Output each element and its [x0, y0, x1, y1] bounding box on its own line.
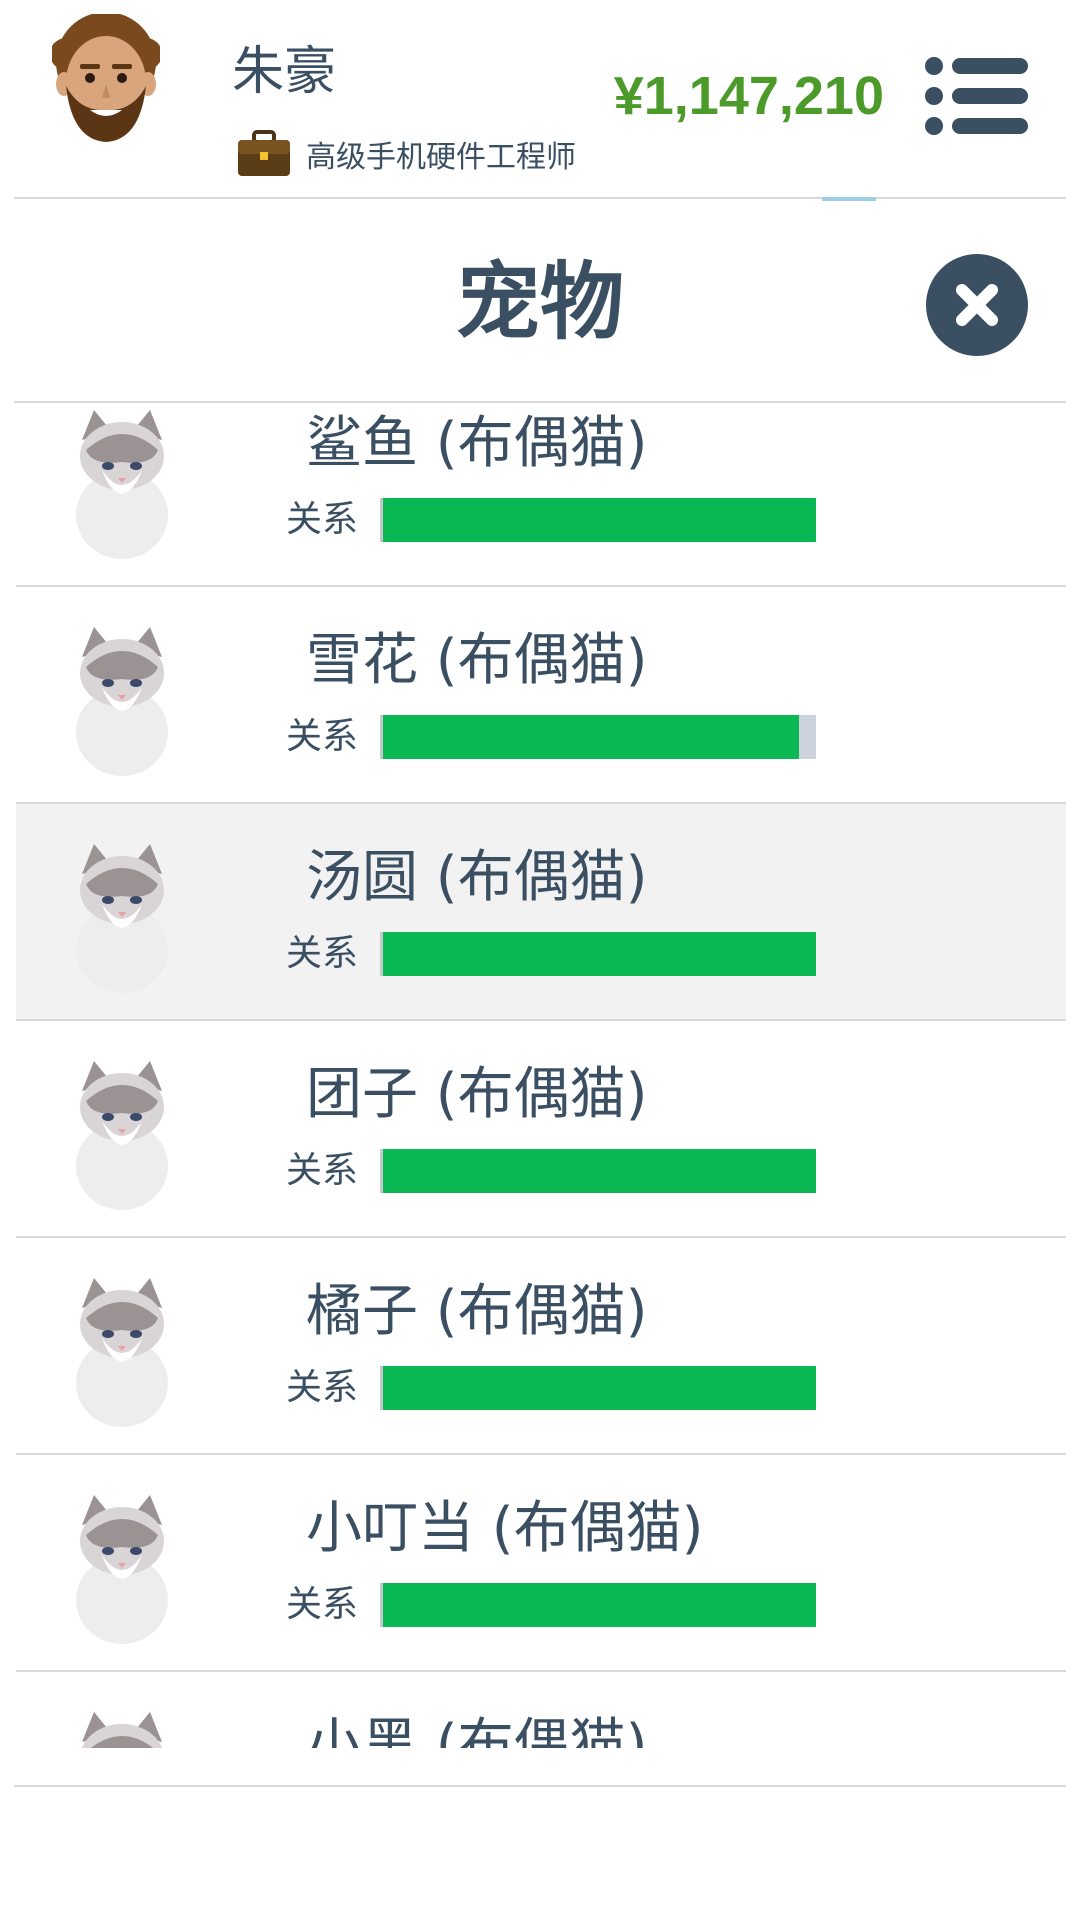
pet-row[interactable]: 小黑 (布偶猫) [16, 1672, 1066, 1748]
pet-name: 橘子 (布偶猫) [306, 1279, 648, 1344]
relationship-label: 关系 [286, 1584, 359, 1625]
pet-name: 鲨鱼 (布偶猫) [306, 411, 648, 476]
pet-row[interactable]: 橘子 (布偶猫) 关系 [16, 1238, 1066, 1455]
ragdoll-cat-icon [76, 1495, 168, 1644]
relationship-label: 关系 [286, 933, 359, 974]
ragdoll-cat-icon [76, 1278, 168, 1427]
pet-row[interactable]: 团子 (布偶猫) 关系 [16, 1021, 1066, 1238]
header-divider [14, 197, 1066, 199]
user-name: 朱豪 [232, 42, 337, 102]
relationship-bar [380, 932, 816, 976]
pet-name: 雪花 (布偶猫) [306, 628, 648, 693]
relationship-bar-fill [383, 1583, 816, 1627]
pet-name: 团子 (布偶猫) [306, 1062, 648, 1127]
pet-row[interactable]: 汤圆 (布偶猫) 关系 [16, 804, 1066, 1021]
ragdoll-cat-icon [81, 1712, 163, 1748]
list-menu-icon [925, 57, 1028, 135]
relationship-label: 关系 [286, 716, 359, 757]
relationship-label: 关系 [286, 499, 359, 540]
relationship-bar [380, 1149, 816, 1193]
relationship-bar [380, 1583, 816, 1627]
page-title: 宠物 [455, 253, 624, 351]
relationship-bar-fill [383, 715, 799, 759]
pet-name: 小叮当 (布偶猫) [306, 1496, 704, 1561]
relationship-bar-fill [383, 932, 816, 976]
pet-name: 小黑 (布偶猫) [306, 1713, 648, 1748]
relationship-bar [380, 498, 816, 542]
job-row: 高级手机硬件工程师 [236, 130, 576, 178]
job-title: 高级手机硬件工程师 [306, 140, 576, 175]
briefcase-icon [238, 130, 290, 176]
pet-list[interactable]: 鲨鱼 (布偶猫) 关系 雪花 (布偶猫) 关系 汤圆 (布偶猫) 关系 团子 (… [16, 403, 1066, 1748]
pet-row[interactable]: 鲨鱼 (布偶猫) 关系 [16, 403, 1066, 587]
ragdoll-cat-icon [76, 410, 168, 559]
relationship-label: 关系 [286, 1150, 359, 1191]
relationship-bar-fill [383, 1366, 816, 1410]
menu-button[interactable] [924, 56, 1030, 136]
pet-name: 汤圆 (布偶猫) [306, 845, 648, 910]
relationship-bar-fill [383, 498, 816, 542]
avatar[interactable] [52, 14, 160, 142]
header: 朱豪 高级手机硬件工程师 ¥1,147,210 [0, 0, 1080, 198]
pet-row[interactable]: 小叮当 (布偶猫) 关系 [16, 1455, 1066, 1672]
relationship-bar-fill [383, 1149, 816, 1193]
relationship-bar [380, 715, 816, 759]
panel-title-row: 宠物 [0, 200, 1080, 400]
money-balance: ¥1,147,210 [613, 66, 884, 126]
ragdoll-cat-icon [76, 627, 168, 776]
ragdoll-cat-icon [76, 844, 168, 993]
list-bottom-divider [14, 1785, 1066, 1787]
close-button[interactable] [926, 254, 1028, 356]
relationship-bar [380, 1366, 816, 1410]
close-icon [956, 284, 998, 326]
pet-row[interactable]: 雪花 (布偶猫) 关系 [16, 587, 1066, 804]
relationship-label: 关系 [286, 1367, 359, 1408]
ragdoll-cat-icon [76, 1061, 168, 1210]
